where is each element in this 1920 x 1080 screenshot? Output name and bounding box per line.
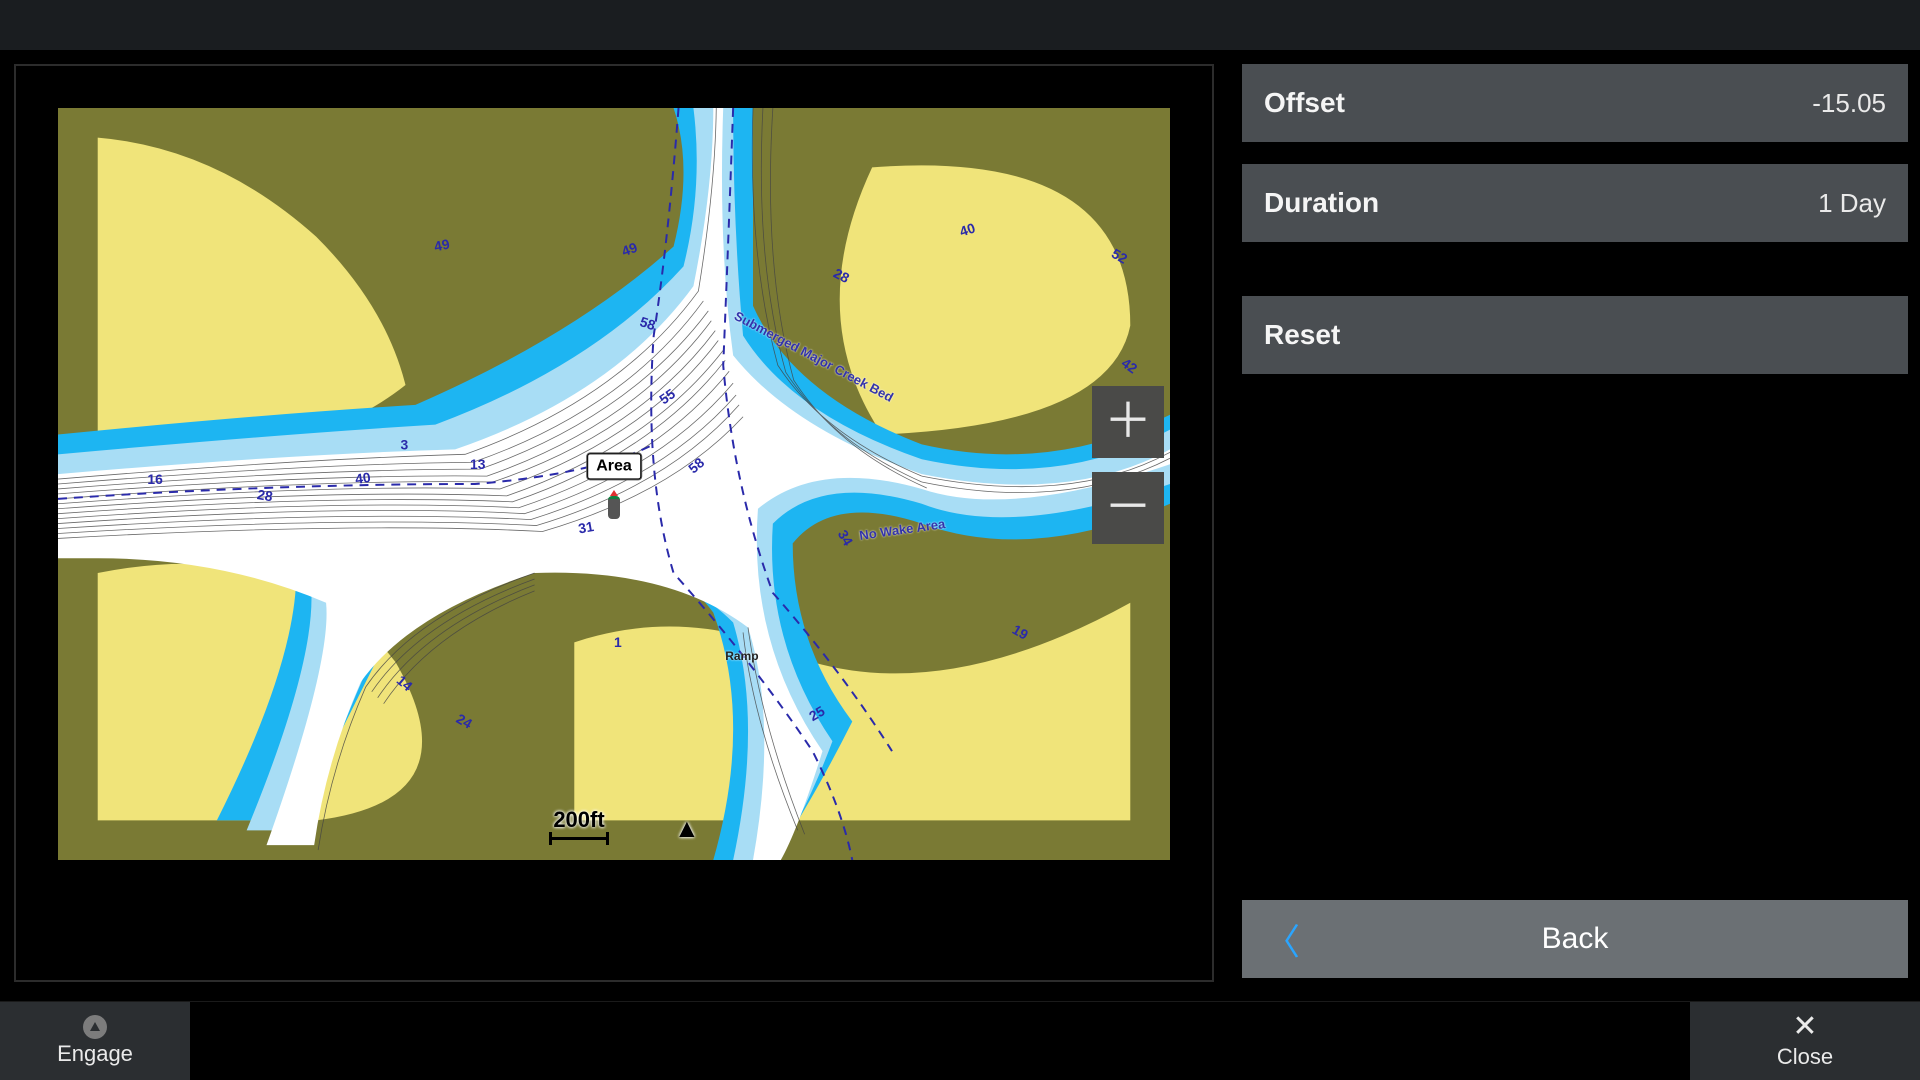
offset-value: -15.05 <box>1812 88 1886 119</box>
chart-panel[interactable]: 49 49 58 55 58 28 40 52 42 16 28 40 3 13… <box>14 64 1214 982</box>
bottom-bar: Engage ✕ Close <box>0 1001 1920 1080</box>
close-label: Close <box>1777 1044 1833 1070</box>
svg-text:1: 1 <box>614 634 622 650</box>
minus-icon: － <box>1104 484 1152 532</box>
duration-value: 1 Day <box>1818 188 1886 219</box>
svg-text:16: 16 <box>147 471 163 487</box>
offset-row[interactable]: Offset -15.05 <box>1242 64 1908 142</box>
duration-row[interactable]: Duration 1 Day <box>1242 164 1908 242</box>
close-button[interactable]: ✕ Close <box>1690 1002 1920 1080</box>
engage-label: Engage <box>57 1041 133 1067</box>
chevron-left-icon: 〈 <box>1264 913 1300 965</box>
svg-text:31: 31 <box>577 518 595 536</box>
svg-text:13: 13 <box>470 456 486 472</box>
zoom-out-button[interactable]: － <box>1092 472 1164 544</box>
scale-bar: 200ft <box>549 807 609 840</box>
duration-label: Duration <box>1264 187 1379 219</box>
reset-button[interactable]: Reset <box>1242 296 1908 374</box>
settings-sidebar: Offset -15.05 Duration 1 Day Reset 〈 Bac… <box>1214 52 1920 992</box>
engage-button[interactable]: Engage <box>0 1002 190 1080</box>
engage-icon <box>83 1015 107 1039</box>
top-bar <box>0 0 1920 52</box>
back-button[interactable]: 〈 Back <box>1242 900 1908 978</box>
zoom-in-button[interactable]: ＋ <box>1092 386 1164 458</box>
chart-svg: 49 49 58 55 58 28 40 52 42 16 28 40 3 13… <box>58 108 1170 860</box>
scale-label: 200ft <box>553 807 604 832</box>
svg-text:40: 40 <box>354 469 372 487</box>
close-icon: ✕ <box>1792 1012 1817 1042</box>
chart-canvas[interactable]: 49 49 58 55 58 28 40 52 42 16 28 40 3 13… <box>58 108 1170 860</box>
svg-text:28: 28 <box>256 486 274 504</box>
boat-icon <box>605 493 623 521</box>
back-label: Back <box>1542 922 1609 956</box>
chart-label-ramp: Ramp <box>725 649 758 663</box>
reset-label: Reset <box>1264 319 1340 351</box>
svg-text:3: 3 <box>401 436 409 452</box>
plus-icon: ＋ <box>1104 398 1152 446</box>
north-arrow-icon: ▲ <box>674 813 700 844</box>
offset-label: Offset <box>1264 87 1345 119</box>
area-marker-label[interactable]: Area <box>587 453 641 479</box>
